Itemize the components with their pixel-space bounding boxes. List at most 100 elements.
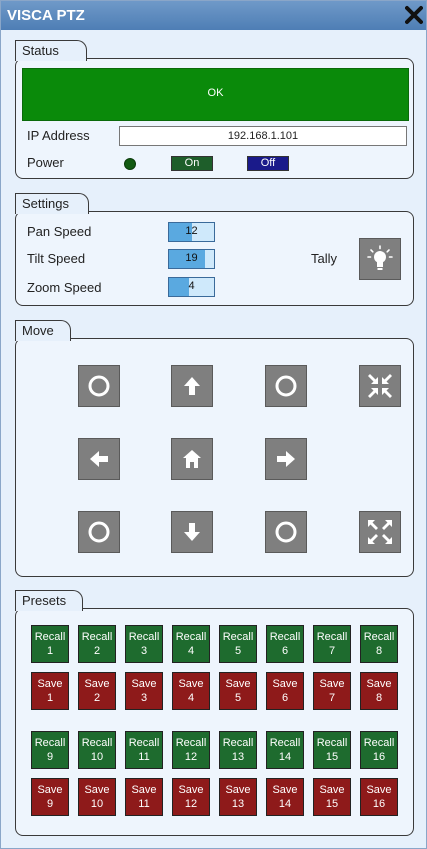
save-preset-10-button[interactable]: Save 10 [78,778,116,816]
save-label: Save [178,784,204,796]
save-preset-9-button[interactable]: Save 9 [31,778,69,816]
move-up-right-button[interactable] [265,365,307,407]
save-preset-14-button[interactable]: Save 14 [266,778,304,816]
move-up-button[interactable] [171,365,213,407]
presets-group [15,608,414,836]
save-preset-15-button[interactable]: Save 15 [313,778,351,816]
preset-number: 7 [328,645,336,657]
save-preset-5-button[interactable]: Save 5 [219,672,257,710]
save-preset-12-button[interactable]: Save 12 [172,778,210,816]
preset-number: 6 [281,692,289,704]
move-left-button[interactable] [78,438,120,480]
power-off-button[interactable]: Off [247,156,289,171]
recall-preset-5-button[interactable]: Recall 5 [219,625,257,663]
zoom-out-button[interactable] [359,365,401,407]
recall-preset-16-button[interactable]: Recall 16 [360,731,398,769]
recall-preset-3-button[interactable]: Recall 3 [125,625,163,663]
recall-preset-8-button[interactable]: Recall 8 [360,625,398,663]
recall-label: Recall [363,737,395,749]
recall-preset-2-button[interactable]: Recall 2 [78,625,116,663]
home-icon [183,450,201,468]
save-label: Save [131,678,157,690]
preset-number: 5 [234,645,242,657]
window-title: VISCA PTZ [7,7,85,24]
settings-group-label: Settings [22,196,69,211]
tilt-speed-label: Tilt Speed [27,251,86,266]
preset-number: 12 [184,751,198,763]
power-on-button[interactable]: On [171,156,213,171]
save-preset-6-button[interactable]: Save 6 [266,672,304,710]
tally-button[interactable] [359,238,401,280]
settings-tab: Settings [15,193,89,214]
save-preset-13-button[interactable]: Save 13 [219,778,257,816]
preset-number: 11 [138,751,150,763]
move-group [15,338,414,577]
recall-preset-9-button[interactable]: Recall 9 [31,731,69,769]
preset-number: 2 [93,645,101,657]
save-label: Save [225,784,251,796]
save-label: Save [37,678,63,690]
recall-label: Recall [316,631,348,643]
save-preset-3-button[interactable]: Save 3 [125,672,163,710]
recall-label: Recall [222,737,254,749]
presets-tab: Presets [15,590,83,611]
arrow-right-icon [277,451,295,467]
recall-label: Recall [81,631,113,643]
save-preset-16-button[interactable]: Save 16 [360,778,398,816]
recall-preset-10-button[interactable]: Recall 10 [78,731,116,769]
recall-preset-1-button[interactable]: Recall 1 [31,625,69,663]
tilt-speed-value: 19 [185,252,198,264]
save-preset-8-button[interactable]: Save 8 [360,672,398,710]
preset-number: 8 [375,645,383,657]
save-preset-4-button[interactable]: Save 4 [172,672,210,710]
move-down-right-button[interactable] [265,511,307,553]
recall-label: Recall [81,737,113,749]
save-preset-2-button[interactable]: Save 2 [78,672,116,710]
save-label: Save [178,678,204,690]
zoom-speed-slider[interactable]: 4 [168,277,215,297]
arrow-up-icon [184,377,200,395]
zoom-speed-value: 4 [188,280,195,292]
arrow-down-icon [184,523,200,541]
recall-label: Recall [363,631,395,643]
recall-preset-4-button[interactable]: Recall 4 [172,625,210,663]
move-down-left-button[interactable] [78,511,120,553]
save-label: Save [366,678,392,690]
move-up-left-button[interactable] [78,365,120,407]
recall-preset-11-button[interactable]: Recall 11 [125,731,163,769]
tilt-speed-slider[interactable]: 19 [168,249,215,269]
recall-label: Recall [269,631,301,643]
save-preset-7-button[interactable]: Save 7 [313,672,351,710]
ip-address-field[interactable]: 192.168.1.101 [119,126,407,146]
home-button[interactable] [171,438,213,480]
pan-speed-slider[interactable]: 12 [168,222,215,242]
ip-address-label: IP Address [27,128,90,143]
recall-preset-13-button[interactable]: Recall 13 [219,731,257,769]
save-preset-11-button[interactable]: Save 11 [125,778,163,816]
move-down-button[interactable] [171,511,213,553]
preset-number: 2 [93,692,101,704]
zoom-in-button[interactable] [359,511,401,553]
save-label: Save [84,678,110,690]
circle-icon [275,521,297,543]
circle-icon [88,375,110,397]
recall-preset-6-button[interactable]: Recall 6 [266,625,304,663]
status-tab: Status [15,40,87,61]
recall-label: Recall [34,631,66,643]
save-preset-1-button[interactable]: Save 1 [31,672,69,710]
recall-preset-12-button[interactable]: Recall 12 [172,731,210,769]
recall-label: Recall [34,737,66,749]
preset-number: 7 [328,692,336,704]
close-icon[interactable] [405,5,423,25]
move-right-button[interactable] [265,438,307,480]
recall-preset-7-button[interactable]: Recall 7 [313,625,351,663]
preset-number: 16 [372,798,386,810]
pan-speed-label: Pan Speed [27,224,92,239]
tally-label: Tally [311,251,338,266]
preset-number: 8 [375,692,383,704]
preset-number: 3 [140,692,148,704]
recall-preset-14-button[interactable]: Recall 14 [266,731,304,769]
recall-preset-15-button[interactable]: Recall 15 [313,731,351,769]
recall-label: Recall [222,631,254,643]
preset-number: 3 [140,645,148,657]
